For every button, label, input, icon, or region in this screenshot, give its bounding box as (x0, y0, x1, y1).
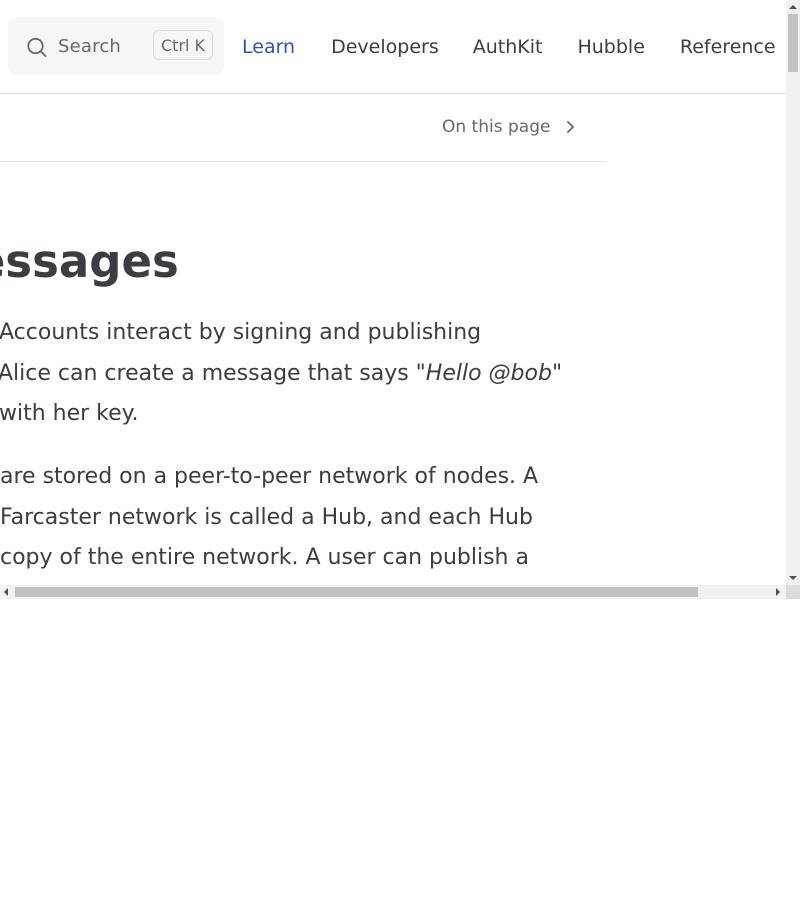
paragraph-line: are stored on a peer-to-peer network of … (0, 464, 539, 489)
text-run: Alice can create a message that says " (0, 360, 426, 386)
paragraph-messages-intro: Accounts interact by signing and publish… (0, 313, 562, 435)
paragraph-line: copy of the entire network. A user can p… (0, 545, 529, 570)
page-title: Messages (0, 235, 179, 288)
nav-link-developers[interactable]: Developers (331, 33, 439, 61)
paragraph-line: Accounts interact by signing and publish… (0, 320, 482, 345)
on-this-page-label: On this page (442, 117, 551, 137)
paragraph-line: Alice can create a message that says "He… (0, 354, 562, 395)
paragraph-line: with her key. (0, 401, 139, 426)
scroll-left-arrow-icon[interactable] (4, 588, 8, 596)
paragraph-hubs: are stored on a peer-to-peer network of … (0, 457, 538, 579)
vertical-scrollbar[interactable] (786, 0, 800, 585)
chevron-right-icon (567, 121, 575, 133)
blank-area (0, 599, 800, 900)
vertical-scroll-thumb[interactable] (788, 14, 798, 72)
scroll-up-arrow-icon[interactable] (789, 5, 797, 9)
search-shortcut-badge: Ctrl K (153, 30, 214, 60)
scroll-down-arrow-icon[interactable] (789, 576, 797, 580)
main-nav: Learn Developers AuthKit Hubble Referenc… (242, 33, 776, 61)
scroll-right-arrow-icon[interactable] (776, 588, 780, 596)
horizontal-scroll-thumb[interactable] (15, 587, 698, 597)
nav-link-hubble[interactable]: Hubble (577, 33, 644, 61)
emphasis-text: Hello @bob (425, 360, 552, 386)
doc-content: Messages Accounts interact by signing an… (0, 162, 606, 585)
nav-link-authkit[interactable]: AuthKit (473, 33, 543, 61)
page-viewport: Search Ctrl K Learn Developers AuthKit H… (0, 0, 786, 585)
nav-link-reference[interactable]: Reference (680, 33, 776, 61)
scrollbar-corner (786, 585, 800, 599)
search-label: Search (58, 35, 122, 57)
search-icon (26, 35, 48, 57)
text-run: " (551, 360, 563, 386)
search-button[interactable]: Search Ctrl K (8, 17, 224, 75)
horizontal-scrollbar[interactable] (0, 585, 786, 599)
nav-link-learn[interactable]: Learn (242, 33, 295, 61)
on-this-page-button[interactable]: On this page (442, 114, 576, 140)
paragraph-line: Farcaster network is called a Hub, and e… (0, 504, 533, 530)
top-navbar: Search Ctrl K Learn Developers AuthKit H… (0, 0, 786, 94)
local-nav-bar: On this page (0, 94, 606, 162)
